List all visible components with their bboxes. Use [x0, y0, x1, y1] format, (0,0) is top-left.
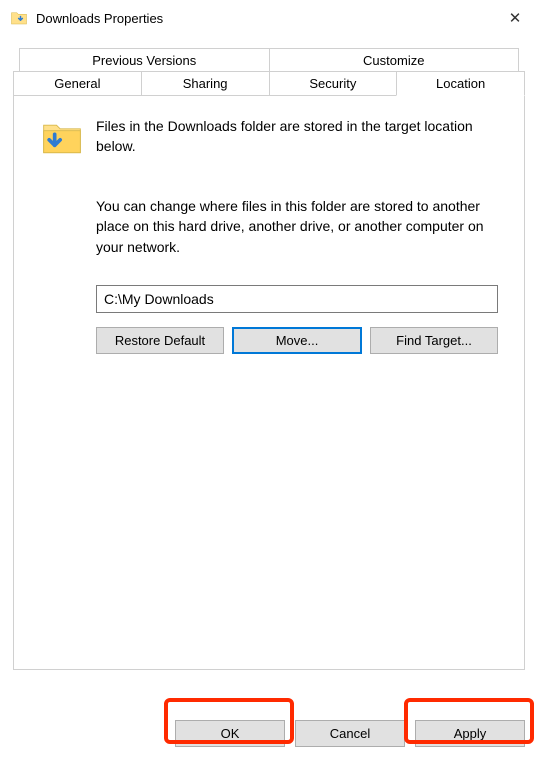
- move-button[interactable]: Move...: [232, 327, 362, 354]
- cancel-button[interactable]: Cancel: [295, 720, 405, 747]
- location-desc-2: You can change where files in this folde…: [96, 196, 498, 257]
- tab-customize[interactable]: Customize: [269, 48, 520, 72]
- window-title: Downloads Properties: [36, 11, 492, 26]
- downloads-folder-large-icon: [40, 116, 84, 160]
- location-desc-1: Files in the Downloads folder are stored…: [96, 116, 498, 157]
- find-target-button[interactable]: Find Target...: [370, 327, 498, 354]
- tab-security[interactable]: Security: [269, 71, 398, 96]
- titlebar: Downloads Properties ✕: [0, 0, 538, 36]
- close-icon: ✕: [509, 9, 522, 27]
- location-panel: Files in the Downloads folder are stored…: [13, 95, 525, 670]
- location-path-input[interactable]: [96, 285, 498, 313]
- tab-previous-versions[interactable]: Previous Versions: [19, 48, 270, 72]
- tab-location[interactable]: Location: [396, 71, 525, 96]
- dialog-footer: OK Cancel Apply: [175, 720, 525, 747]
- apply-button[interactable]: Apply: [415, 720, 525, 747]
- content-area: Previous Versions Customize General Shar…: [0, 36, 538, 670]
- close-button[interactable]: ✕: [492, 0, 538, 36]
- downloads-folder-icon: [10, 9, 28, 27]
- tab-sharing[interactable]: Sharing: [141, 71, 270, 96]
- restore-default-button[interactable]: Restore Default: [96, 327, 224, 354]
- ok-button[interactable]: OK: [175, 720, 285, 747]
- tab-general[interactable]: General: [13, 71, 142, 96]
- tab-strip: Previous Versions Customize General Shar…: [13, 48, 525, 96]
